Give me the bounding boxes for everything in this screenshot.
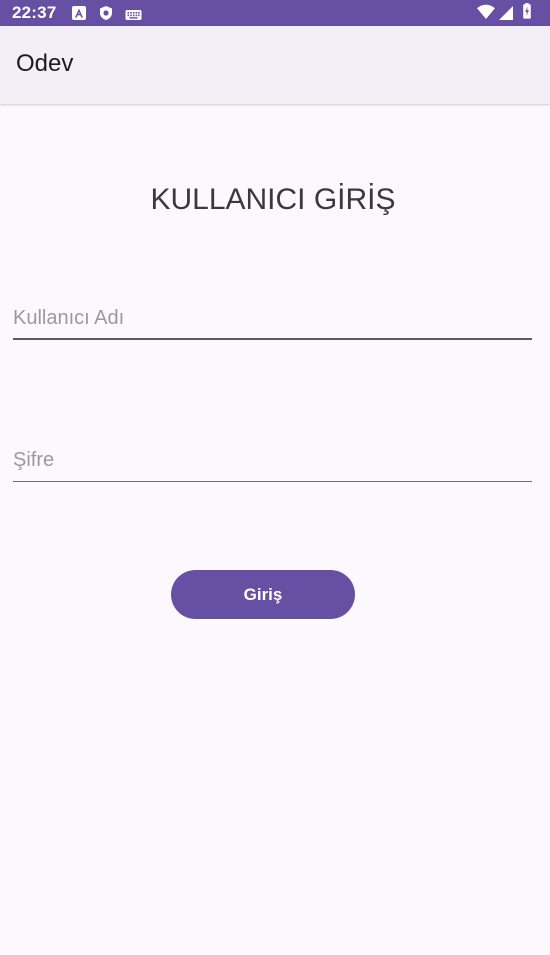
wifi-icon [477,4,495,20]
keyboard-icon [125,10,142,20]
shield-icon [100,6,112,20]
username-underline [13,338,532,340]
battery-icon [523,3,531,19]
app-bar: Odev [0,26,550,104]
login-button[interactable]: Giriş [171,570,355,619]
status-bar: 22:37 [0,0,550,26]
status-time: 22:37 [12,3,57,22]
username-field-container [13,296,532,340]
username-input[interactable] [13,296,532,340]
signal-icon [499,6,513,20]
password-underline [13,480,532,482]
app-title: Odev [16,50,74,77]
page-title: KULLANICI GİRİŞ [150,183,396,216]
password-input[interactable] [13,438,532,482]
auto-icon [72,6,86,20]
password-field-container [13,438,532,482]
